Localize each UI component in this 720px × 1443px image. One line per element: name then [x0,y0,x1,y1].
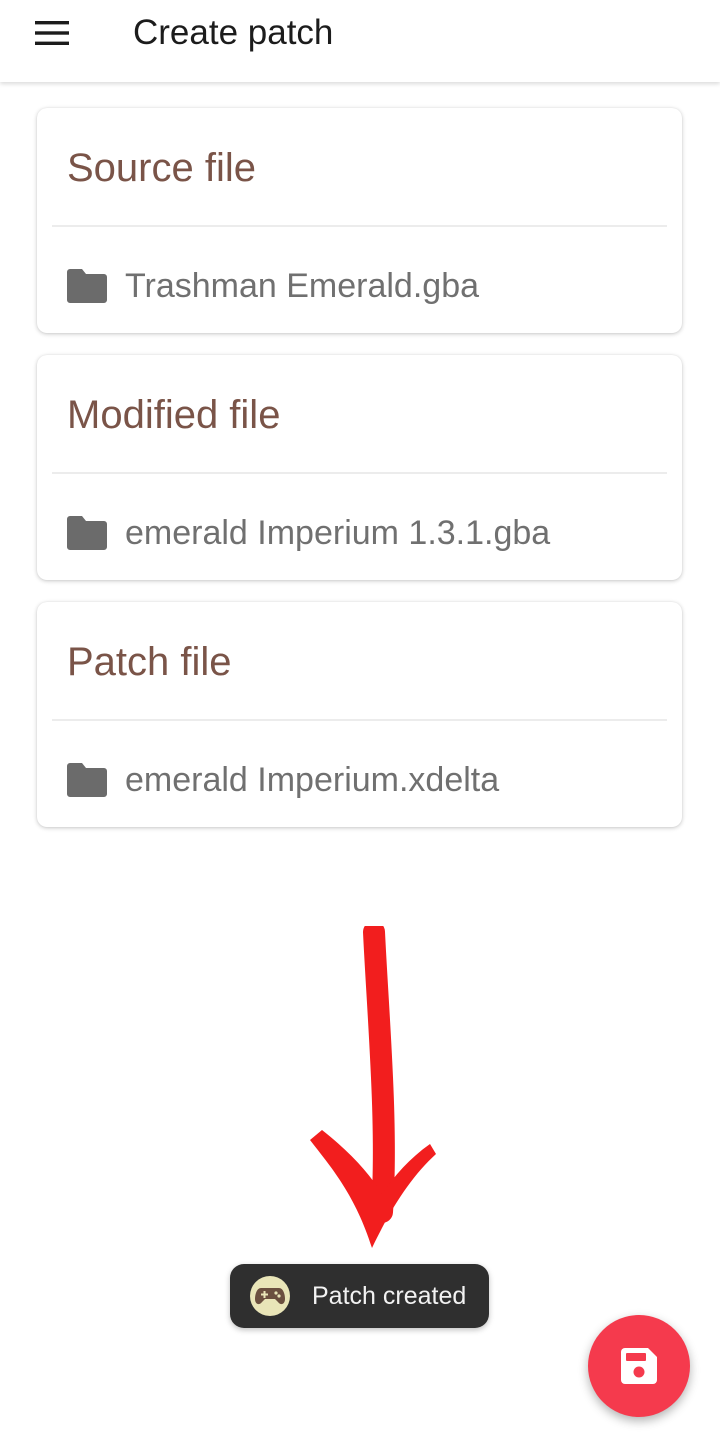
menu-button[interactable] [26,10,78,56]
modified-file-picker[interactable]: emerald Imperium 1.3.1.gba [67,507,662,559]
hamburger-menu-icon [35,21,69,45]
top-app-bar: Create patch [0,0,720,82]
divider [52,472,667,474]
folder-icon [67,269,107,303]
toast-notification: Patch created [230,1264,489,1328]
source-file-card: Source file Trashman Emerald.gba [37,108,682,333]
toast-message: Patch created [312,1281,467,1310]
save-fab-button[interactable] [588,1315,690,1417]
save-icon [621,1348,657,1384]
patch-file-card: Patch file emerald Imperium.xdelta [37,602,682,827]
divider [52,719,667,721]
file-name: Trashman Emerald.gba [125,267,480,305]
folder-icon [67,516,107,550]
red-arrow-icon [310,926,436,1248]
card-title: Patch file [67,640,232,684]
source-file-picker[interactable]: Trashman Emerald.gba [67,260,662,312]
file-name: emerald Imperium 1.3.1.gba [125,514,551,552]
card-title: Modified file [67,393,281,437]
patch-file-picker[interactable]: emerald Imperium.xdelta [67,754,662,806]
page-title: Create patch [133,13,334,52]
folder-icon [67,763,107,797]
modified-file-card: Modified file emerald Imperium 1.3.1.gba [37,355,682,580]
divider [52,225,667,227]
file-name: emerald Imperium.xdelta [125,761,500,799]
card-title: Source file [67,146,256,190]
gamepad-icon [250,1276,290,1316]
app-screen: Create patch Source file Trashman Emeral… [0,0,720,1443]
